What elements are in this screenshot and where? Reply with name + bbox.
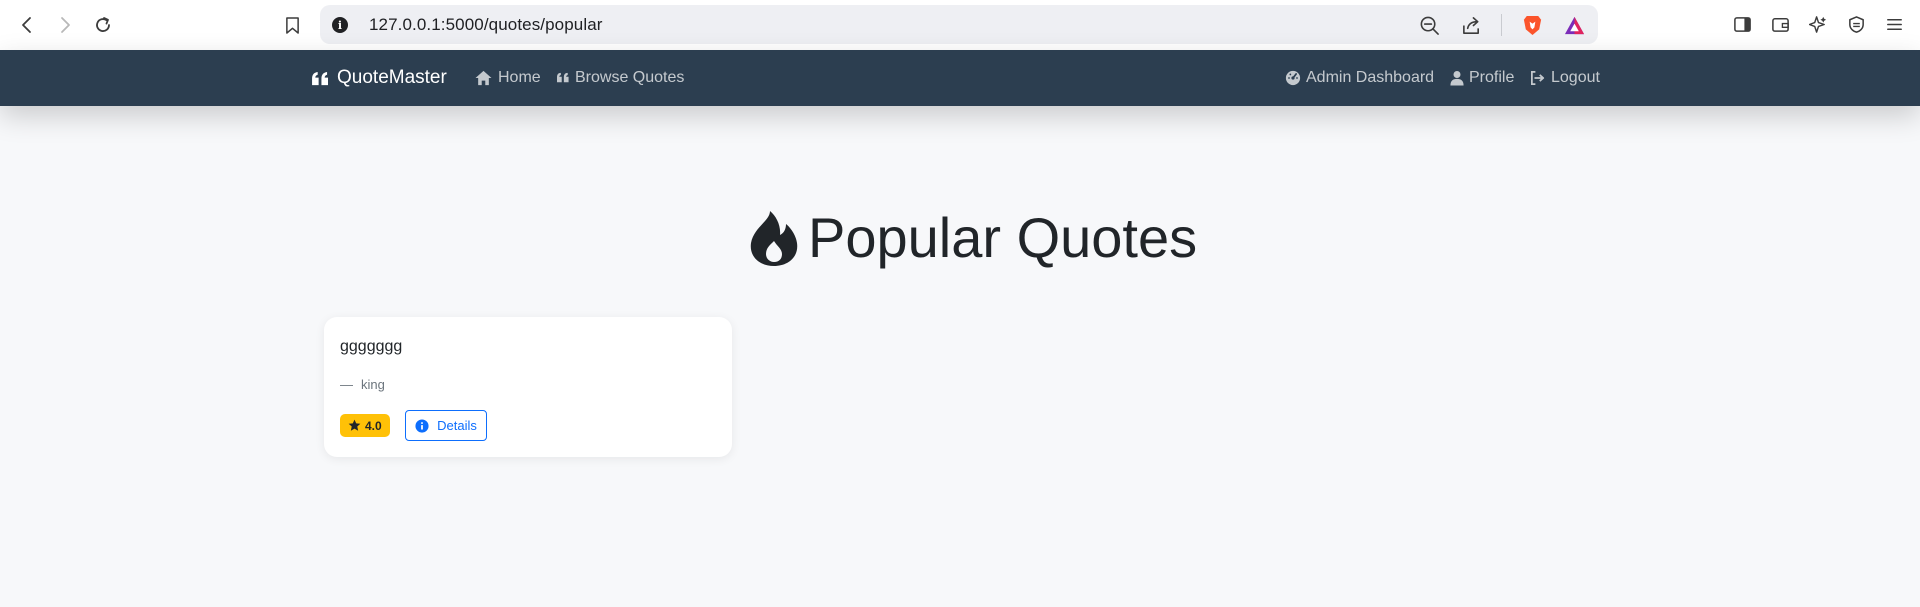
leo-ai-button[interactable]	[1808, 12, 1828, 36]
wallet-button[interactable]	[1770, 12, 1790, 36]
nav-profile[interactable]: Profile	[1450, 69, 1514, 87]
brave-rewards-button[interactable]	[1562, 13, 1586, 37]
nav-home-label: Home	[498, 69, 541, 86]
details-label: Details	[437, 418, 477, 433]
house-icon	[475, 70, 492, 86]
brave-lion-icon	[1523, 15, 1541, 35]
vpn-button[interactable]	[1846, 12, 1866, 36]
url-text[interactable]: 127.0.0.1:5000/quotes/popular	[369, 15, 603, 35]
nav-home[interactable]: Home	[474, 69, 541, 87]
main-navbar: QuoteMaster Home Browse Quotes Admin Das…	[0, 50, 1920, 106]
info-circle-icon	[415, 418, 429, 433]
rating-value: 4.0	[365, 418, 382, 433]
quote-icon	[557, 72, 569, 83]
quote-card: ggggggg — king 4.0 Details	[324, 317, 732, 457]
fire-icon	[750, 210, 798, 266]
wallet-icon	[1771, 17, 1789, 32]
rating-badge: 4.0	[340, 414, 390, 437]
nav-admin-dashboard[interactable]: Admin Dashboard	[1285, 69, 1434, 87]
forward-button[interactable]	[50, 10, 80, 40]
brave-shields-button[interactable]	[1520, 13, 1544, 37]
site-info-icon[interactable]: i	[332, 17, 348, 33]
address-bar-actions	[1417, 13, 1586, 37]
separator	[1501, 14, 1502, 36]
browser-right-tools	[1732, 12, 1904, 36]
star-icon	[348, 419, 361, 431]
shield-icon	[1848, 15, 1864, 33]
quote-left-icon	[312, 71, 328, 85]
menu-button[interactable]	[1884, 12, 1904, 36]
nav-browse-label: Browse Quotes	[575, 69, 685, 86]
share-icon	[1462, 16, 1479, 34]
reload-icon	[96, 17, 110, 32]
back-button[interactable]	[12, 10, 42, 40]
nav-logout[interactable]: Logout	[1530, 69, 1600, 87]
nav-profile-label: Profile	[1469, 69, 1515, 86]
author-name: king	[361, 377, 385, 392]
bookmark-icon	[285, 16, 299, 34]
author-dash: —	[340, 377, 353, 392]
zoom-out-icon	[1420, 16, 1439, 35]
gauge-icon	[1285, 70, 1301, 86]
browser-toolbar: i 127.0.0.1:5000/quotes/popular	[0, 0, 1920, 50]
zoom-button[interactable]	[1417, 13, 1441, 37]
sparkle-icon	[1808, 15, 1826, 33]
page-title: Popular Quotes	[748, 205, 1197, 270]
sidebar-icon	[1733, 16, 1751, 32]
user-icon	[1450, 71, 1464, 86]
hamburger-menu-icon	[1886, 18, 1902, 30]
page-title-text: Popular Quotes	[808, 206, 1198, 269]
chevron-right-icon	[61, 17, 70, 33]
nav-logout-label: Logout	[1551, 69, 1600, 86]
sign-out-icon	[1531, 71, 1545, 85]
address-bar[interactable]: i 127.0.0.1:5000/quotes/popular	[320, 5, 1598, 44]
chevron-left-icon	[22, 17, 31, 33]
reload-button[interactable]	[88, 10, 118, 40]
quote-text: ggggggg	[340, 338, 403, 355]
nav-browse-quotes[interactable]: Browse Quotes	[556, 69, 684, 87]
bookmark-button[interactable]	[280, 12, 304, 38]
sidebar-button[interactable]	[1732, 12, 1752, 36]
quote-author: — king	[340, 377, 385, 392]
brand-name: QuoteMaster	[337, 67, 447, 88]
brand-link[interactable]: QuoteMaster	[311, 67, 447, 89]
details-button[interactable]: Details	[405, 410, 487, 441]
share-button[interactable]	[1459, 13, 1483, 37]
rewards-triangle-icon	[1564, 16, 1584, 34]
nav-admin-label: Admin Dashboard	[1306, 69, 1435, 86]
